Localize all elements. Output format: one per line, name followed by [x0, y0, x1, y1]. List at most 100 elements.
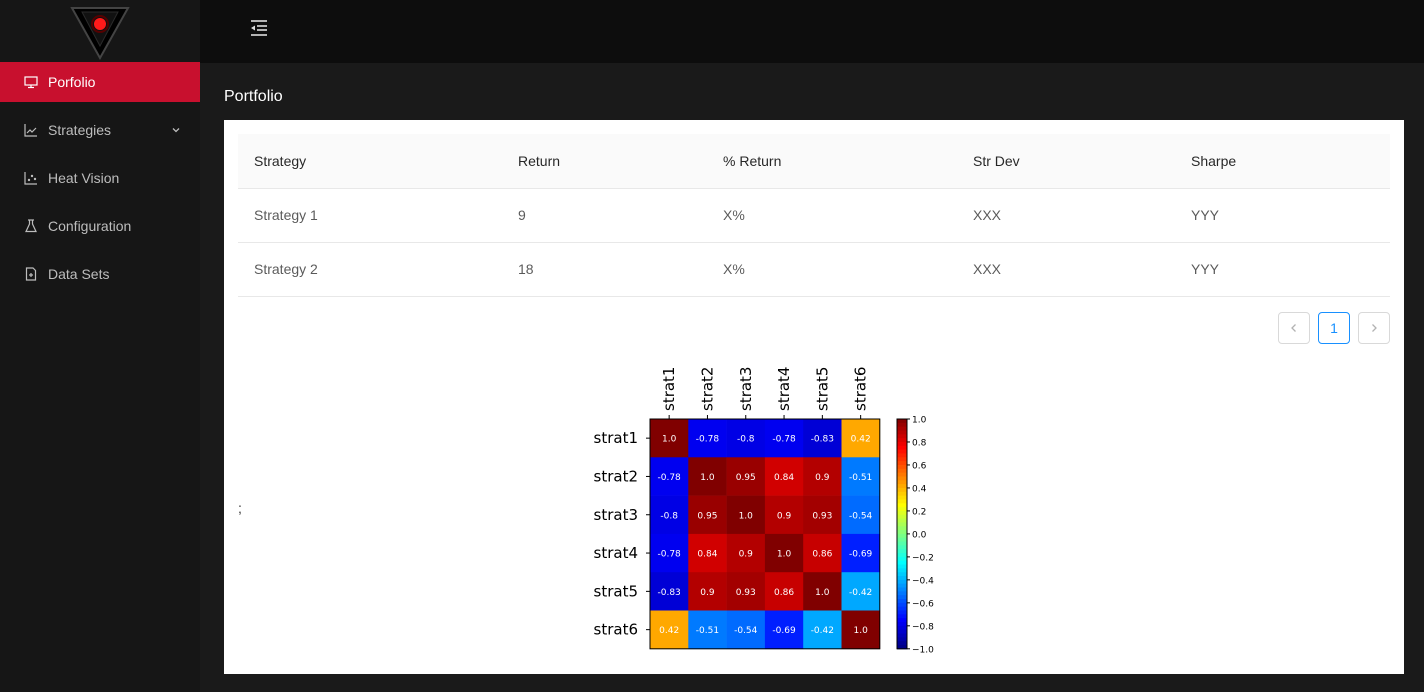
colorbar-tick-label: −0.4 [912, 576, 934, 586]
colorbar-segment [897, 572, 907, 577]
sidebar-item-portfolio[interactable]: Porfolio [0, 62, 200, 102]
colorbar-segment [897, 491, 907, 497]
sidebar-menu: Porfolio Strategies Heat Vision Configur… [0, 62, 200, 302]
table-cell: Strategy 1 [238, 188, 502, 243]
colorbar-segment [897, 499, 907, 504]
sidebar-item-label: Heat Vision [48, 170, 120, 186]
colorbar-tick-label: −0.8 [912, 622, 934, 632]
colorbar-segment [897, 537, 907, 543]
colorbar-segment [897, 541, 907, 546]
colorbar-tick-label: 1.0 [912, 416, 927, 426]
cell-value-label: 1.0 [700, 473, 715, 483]
colorbar-segment [897, 495, 907, 500]
file-icon [24, 267, 38, 281]
chevron-left-icon [1291, 324, 1296, 332]
sidebar-item-label: Strategies [48, 122, 112, 138]
colorbar-segment [897, 434, 907, 439]
table-cell: 9 [502, 188, 707, 243]
cell-value-label: 0.9 [815, 473, 830, 483]
column-header-std-dev: Str Dev [957, 134, 1175, 189]
pagination-prev-button[interactable] [1278, 312, 1310, 344]
cell-value-label: -0.78 [658, 550, 682, 560]
menu-fold-icon[interactable] [250, 19, 268, 37]
colorbar-segment [897, 419, 907, 424]
y-tick-label: strat4 [594, 544, 638, 562]
y-tick-label: strat2 [594, 467, 638, 485]
colorbar-segment [897, 522, 907, 527]
x-tick-label: strat6 [852, 367, 870, 411]
colorbar-segment [897, 595, 907, 600]
colorbar-segment [897, 445, 907, 451]
colorbar-segment [897, 564, 907, 569]
correlation-heatmap: 1.0 -0.78 -0.8 -0.78 -0.83 0.42 -0.78 1.0 0.95 0.… [594, 367, 935, 656]
content-card: Strategy Return % Return Str Dev Sharpe … [224, 120, 1404, 674]
desktop-icon [24, 75, 38, 89]
sidebar-item-strategies[interactable]: Strategies [0, 110, 200, 150]
colorbar-segment [897, 625, 907, 631]
table-cell: Strategy 2 [238, 242, 502, 297]
table-row[interactable]: Strategy 1 9 X% XXX YYY [238, 188, 1390, 243]
colorbar-segment [897, 591, 907, 596]
colorbar-segment [897, 457, 907, 462]
pagination-next-button[interactable] [1358, 312, 1390, 344]
colorbar-segment [897, 426, 907, 431]
pagination-page-button[interactable]: 1 [1318, 312, 1350, 344]
colorbar-segment [897, 507, 907, 512]
cell-value-label: -0.83 [811, 435, 834, 445]
colorbar-segment [897, 472, 907, 477]
sidebar-item-configuration[interactable]: Configuration [0, 206, 200, 246]
table-cell: X% [707, 188, 957, 243]
colorbar-segment [897, 629, 907, 634]
logo-icon[interactable] [70, 6, 130, 60]
table-cell: XXX [957, 188, 1175, 243]
colorbar-segment [897, 487, 907, 493]
cell-value-label: 1.0 [662, 435, 677, 445]
colorbar-segment [897, 484, 907, 489]
table-cell: YYY [1175, 242, 1390, 297]
y-tick-label: strat5 [594, 582, 638, 600]
x-tick-label: strat3 [737, 367, 755, 411]
sidebar-item-label: Data Sets [48, 266, 110, 282]
colorbar-segment [897, 637, 907, 642]
portfolio-table: Strategy Return % Return Str Dev Sharpe … [238, 134, 1390, 297]
cell-value-label: -0.78 [772, 435, 796, 445]
dot-chart-icon [24, 171, 38, 185]
x-tick-label: strat4 [775, 367, 793, 411]
colorbar-segment [897, 602, 907, 608]
column-header-percent-return: % Return [707, 134, 957, 189]
colorbar-segment [897, 610, 907, 615]
y-tick-label: strat6 [594, 621, 638, 639]
sidebar-item-heat-vision[interactable]: Heat Vision [0, 158, 200, 198]
colorbar-segment [897, 618, 907, 623]
colorbar-segment [897, 579, 907, 585]
sidebar-item-data-sets[interactable]: Data Sets [0, 254, 200, 294]
x-tick-label: strat5 [813, 367, 831, 411]
cell-value-label: 1.0 [739, 511, 754, 521]
colorbar-segment [897, 533, 907, 539]
cell-value-label: -0.51 [849, 473, 872, 483]
colorbar-segment [897, 599, 907, 604]
colorbar-segment [897, 510, 907, 516]
colorbar-segment [897, 549, 907, 554]
cell-value-label: 0.86 [774, 588, 794, 598]
colorbar-segment [897, 422, 907, 428]
colorbar-tick-label: 0.2 [912, 507, 926, 517]
table-row[interactable]: Strategy 2 18 X% XXX YYY [238, 242, 1390, 297]
colorbar-segment [897, 480, 907, 485]
colorbar-segment [897, 545, 907, 550]
y-tick-label: strat1 [594, 429, 638, 447]
sidebar-item-label: Configuration [48, 218, 132, 234]
sidebar-item-label: Porfolio [48, 74, 96, 90]
page-title: Portfolio [224, 88, 283, 105]
cell-value-label: 0.42 [851, 435, 871, 445]
x-tick-label: strat2 [698, 367, 716, 411]
chevron-down-icon [172, 128, 180, 133]
colorbar-segment [897, 441, 907, 447]
cell-value-label: 0.95 [736, 473, 756, 483]
colorbar-segment [897, 576, 907, 581]
colorbar-segment [897, 514, 907, 520]
cell-value-label: 0.9 [777, 511, 792, 521]
colorbar-segment [897, 530, 907, 535]
pagination: 1 [1270, 312, 1390, 344]
cell-value-label: -0.78 [696, 435, 720, 445]
